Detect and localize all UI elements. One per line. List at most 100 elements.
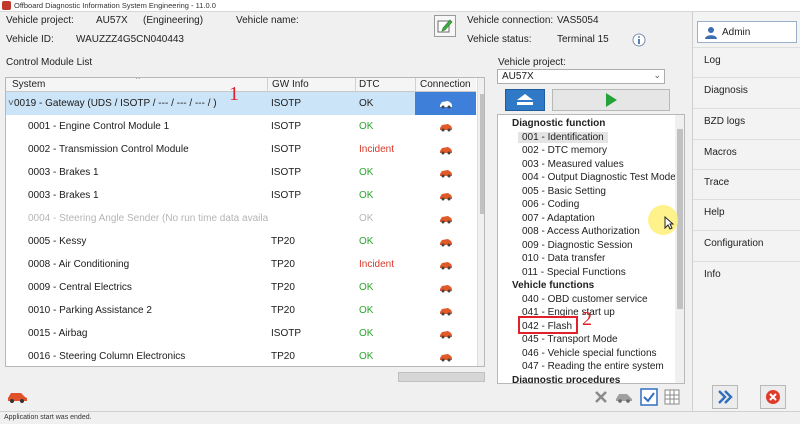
cell-system: 0004 - Steering Angle Sender (No run tim… [28,213,268,224]
function-item[interactable]: 011 - Special Functions [522,267,626,278]
column-divider[interactable] [267,78,268,92]
info-icon[interactable] [632,33,646,47]
forward-button[interactable] [712,385,738,409]
vehicle-car-icon[interactable] [6,389,28,403]
function-item[interactable]: 007 - Adaptation [522,213,595,224]
cell-connection[interactable] [415,184,476,207]
grid-vertical-scrollbar[interactable] [477,78,484,366]
function-item[interactable]: 010 - Data transfer [522,253,605,264]
cell-connection[interactable] [415,299,476,322]
cell-connection[interactable] [415,230,476,253]
function-item[interactable]: 003 - Measured values [522,159,624,170]
column-header-dtc[interactable]: DTC [359,79,380,90]
sidebar-item-info[interactable]: Info [704,269,721,280]
function-tree-scrollbar[interactable] [675,115,684,383]
tools-icon[interactable] [594,390,608,404]
grid-horizontal-scrollbar[interactable] [398,372,485,382]
cell-gw-info: ISOTP [271,98,302,109]
cell-connection[interactable] [415,161,476,184]
table-row[interactable]: 0003 - Brakes 1 ISOTP OK [6,184,476,207]
grid-header: System ^ GW Info DTC Connection [6,78,476,92]
sidebar-divider [693,77,800,78]
table-row[interactable]: ˅ 0019 - Gateway (UDS / ISOTP / --- / ---… [6,92,476,115]
function-item[interactable]: 005 - Basic Setting [522,186,606,197]
cell-gw-info: TP20 [271,282,295,293]
table-row[interactable]: 0001 - Engine Control Module 1 ISOTP OK [6,115,476,138]
table-row[interactable]: 0015 - Airbag ISOTP OK [6,322,476,345]
function-item[interactable]: 002 - DTC memory [522,145,607,156]
grid-table-icon[interactable] [664,389,680,405]
grid-scroll-thumb[interactable] [480,94,484,214]
cell-system: 0003 - Brakes 1 [28,167,99,178]
car-icon [439,284,452,292]
eject-button[interactable] [505,89,545,111]
cell-connection[interactable] [415,345,476,366]
sidebar-item-bzd-logs[interactable]: BZD logs [704,116,745,127]
table-row[interactable]: 0009 - Central Electrics TP20 OK [6,276,476,299]
sidebar-item-trace[interactable]: Trace [704,177,729,188]
cell-dtc: OK [359,236,374,247]
table-row[interactable]: 0003 - Brakes 1 ISOTP OK [6,161,476,184]
admin-button[interactable]: Admin [697,21,797,43]
cell-system: 0019 - Gateway (UDS / ISOTP / --- / --- … [14,98,217,109]
sidebar-item-help[interactable]: Help [704,207,725,218]
function-item[interactable]: 004 - Output Diagnostic Test Mode [522,172,676,183]
column-header-system[interactable]: System [12,79,45,90]
sidebar-item-log[interactable]: Log [704,55,721,66]
edit-vehicle-name-button[interactable] [434,15,456,37]
checklist-icon[interactable] [640,388,658,406]
car-icon [439,238,452,246]
cell-dtc: OK [359,167,374,178]
cell-system: 0003 - Brakes 1 [28,190,99,201]
cell-connection[interactable] [415,92,476,115]
cell-dtc: Incident [359,259,395,270]
function-item[interactable]: 045 - Transport Mode [522,334,618,345]
run-function-button[interactable] [552,89,670,111]
column-header-gw-info[interactable]: GW Info [272,79,309,90]
vehicle-project-select-value: AU57X [502,71,534,82]
car-gray-icon[interactable] [615,391,633,403]
vehicle-name-label: Vehicle name: [236,15,299,26]
table-row[interactable]: 0004 - Steering Angle Sender (No run tim… [6,207,476,230]
function-item[interactable]: 047 - Reading the entire system [522,361,664,372]
function-item[interactable]: 006 - Coding [522,199,579,210]
control-module-grid: System ^ GW Info DTC Connection ˅ 0019 - … [5,77,485,367]
function-item[interactable]: 040 - OBD customer service [522,294,648,305]
car-icon [439,330,452,338]
cell-dtc: Incident [359,144,395,155]
column-divider[interactable] [355,78,356,92]
column-divider[interactable] [415,78,416,92]
table-row[interactable]: 0002 - Transmission Control Module ISOTP I… [6,138,476,161]
sidebar-divider [693,169,800,170]
column-header-connection[interactable]: Connection [420,79,471,90]
table-row[interactable]: 0008 - Air Conditioning TP20 Incident [6,253,476,276]
sidebar-item-diagnosis[interactable]: Diagnosis [704,85,748,96]
vehicle-project-label: Vehicle project: [6,15,74,26]
close-session-button[interactable] [760,385,786,409]
table-row[interactable]: 0010 - Parking Assistance 2 TP20 OK [6,299,476,322]
sidebar-item-macros[interactable]: Macros [704,147,737,158]
function-group-heading: Diagnostic procedures [512,374,621,384]
function-tree: Diagnostic function 001 - Identification 0… [497,114,685,384]
vehicle-project-mode: (Engineering) [143,15,204,26]
vehicle-project-select[interactable]: AU57X ⌄ [497,69,665,84]
function-item[interactable]: 008 - Access Authorization [522,226,640,237]
cell-dtc: OK [359,328,374,339]
function-item[interactable]: 046 - Vehicle special functions [522,348,657,359]
cell-connection[interactable] [415,253,476,276]
cell-connection[interactable] [415,322,476,345]
table-row[interactable]: 0016 - Steering Column Electronics TP20 OK [6,345,476,366]
sidebar-item-configuration[interactable]: Configuration [704,238,763,249]
bottom-toolbar [0,384,690,410]
function-item[interactable]: 009 - Diagnostic Session [522,240,633,251]
edit-pencil-icon [437,19,453,33]
function-item[interactable]: 001 - Identification [518,131,608,143]
cell-connection[interactable] [415,276,476,299]
expand-chevron-icon[interactable]: ˅ [8,98,14,109]
table-row[interactable]: 0005 - Kessy TP20 OK [6,230,476,253]
mouse-cursor-icon [664,216,674,230]
cell-connection[interactable] [415,138,476,161]
cell-connection[interactable] [415,207,476,230]
cell-connection[interactable] [415,115,476,138]
cell-gw-info: TP20 [271,351,295,362]
